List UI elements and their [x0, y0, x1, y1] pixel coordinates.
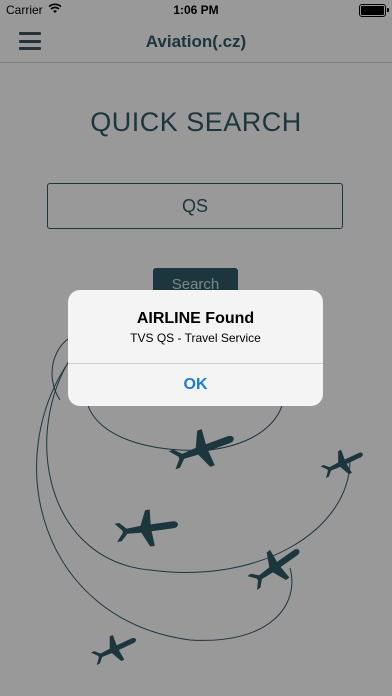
alert-dialog: AIRLINE Found TVS QS - Travel Service OK: [68, 290, 323, 406]
alert-title: AIRLINE Found: [136, 310, 255, 327]
ok-button[interactable]: OK: [68, 364, 323, 406]
alert-message: TVS QS - Travel Service: [130, 331, 261, 345]
